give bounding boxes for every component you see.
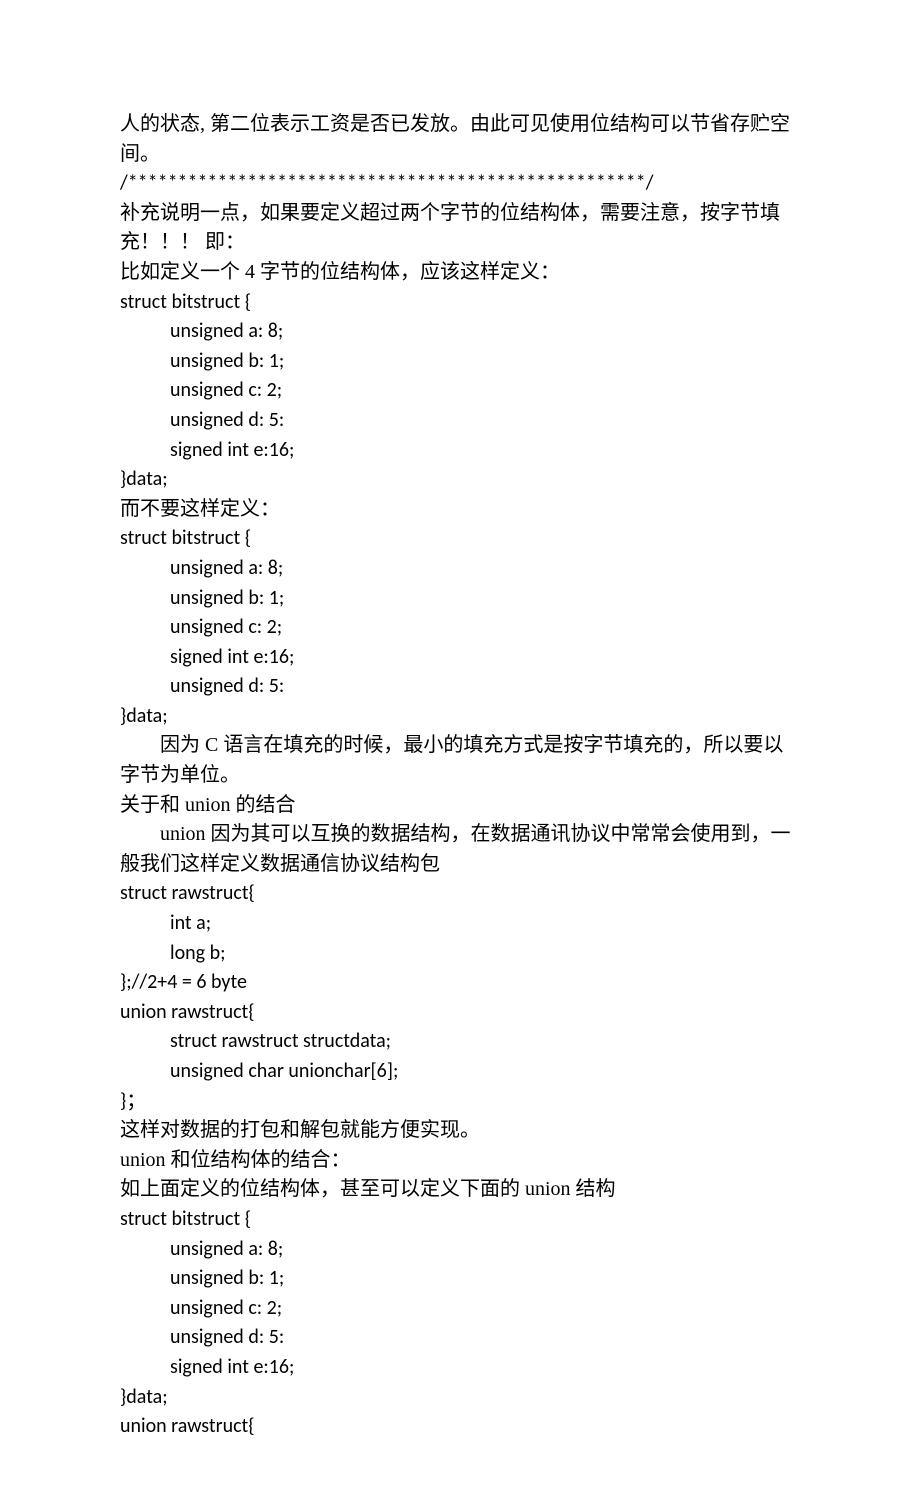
- code-line: signed int e:16;: [120, 643, 800, 673]
- code-line: }；: [120, 1087, 800, 1117]
- code-line: unsigned b: 1;: [120, 347, 800, 377]
- code-line: unsigned d: 5:: [120, 406, 800, 436]
- body-text: union 因为其可以互换的数据结构，在数据通讯协议中常常会使用到，一般我们这样…: [120, 820, 800, 879]
- code-line: unsigned a: 8;: [120, 554, 800, 584]
- body-text: union 和位结构体的结合：: [120, 1146, 800, 1176]
- code-line: struct rawstruct{: [120, 879, 800, 909]
- code-line: union rawstruct{: [120, 998, 800, 1028]
- code-line: unsigned a: 8;: [120, 1235, 800, 1265]
- code-line: unsigned c: 2;: [120, 1294, 800, 1324]
- code-line: }data;: [120, 1383, 800, 1413]
- code-line: int a;: [120, 909, 800, 939]
- body-text: 如上面定义的位结构体，甚至可以定义下面的 union 结构: [120, 1175, 800, 1205]
- code-line: };//2+4 = 6 byte: [120, 968, 800, 998]
- code-line: unsigned b: 1;: [120, 584, 800, 614]
- code-line: }data;: [120, 465, 800, 495]
- body-text: 这样对数据的打包和解包就能方便实现。: [120, 1116, 800, 1146]
- body-text: 因为 C 语言在填充的时候，最小的填充方式是按字节填充的，所以要以字节为单位。: [120, 731, 800, 790]
- code-line: unsigned c: 2;: [120, 613, 800, 643]
- body-text: 比如定义一个 4 字节的位结构体，应该这样定义：: [120, 258, 800, 288]
- comment-divider: /***************************************…: [120, 169, 800, 199]
- body-text: 补充说明一点，如果要定义超过两个字节的位结构体，需要注意，按字节填充！！！ 即：: [120, 199, 800, 258]
- code-line: unsigned a: 8;: [120, 317, 800, 347]
- code-line: unsigned d: 5:: [120, 672, 800, 702]
- body-text: 而不要这样定义：: [120, 495, 800, 525]
- code-line: struct bitstruct {: [120, 1205, 800, 1235]
- code-line: signed int e:16;: [120, 436, 800, 466]
- body-text: 人的状态, 第二位表示工资是否已发放。由此可见使用位结构可以节省存贮空间。: [120, 110, 800, 169]
- code-line: unsigned c: 2;: [120, 376, 800, 406]
- code-line: long b;: [120, 939, 800, 969]
- code-line: struct rawstruct structdata;: [120, 1027, 800, 1057]
- code-line: union rawstruct{: [120, 1412, 800, 1442]
- code-line: unsigned d: 5:: [120, 1323, 800, 1353]
- code-line: unsigned char unionchar[6];: [120, 1057, 800, 1087]
- code-line: struct bitstruct {: [120, 288, 800, 318]
- body-text: 关于和 union 的结合: [120, 791, 800, 821]
- code-line: }data;: [120, 702, 800, 732]
- code-line: signed int e:16;: [120, 1353, 800, 1383]
- code-line: unsigned b: 1;: [120, 1264, 800, 1294]
- code-line: struct bitstruct {: [120, 524, 800, 554]
